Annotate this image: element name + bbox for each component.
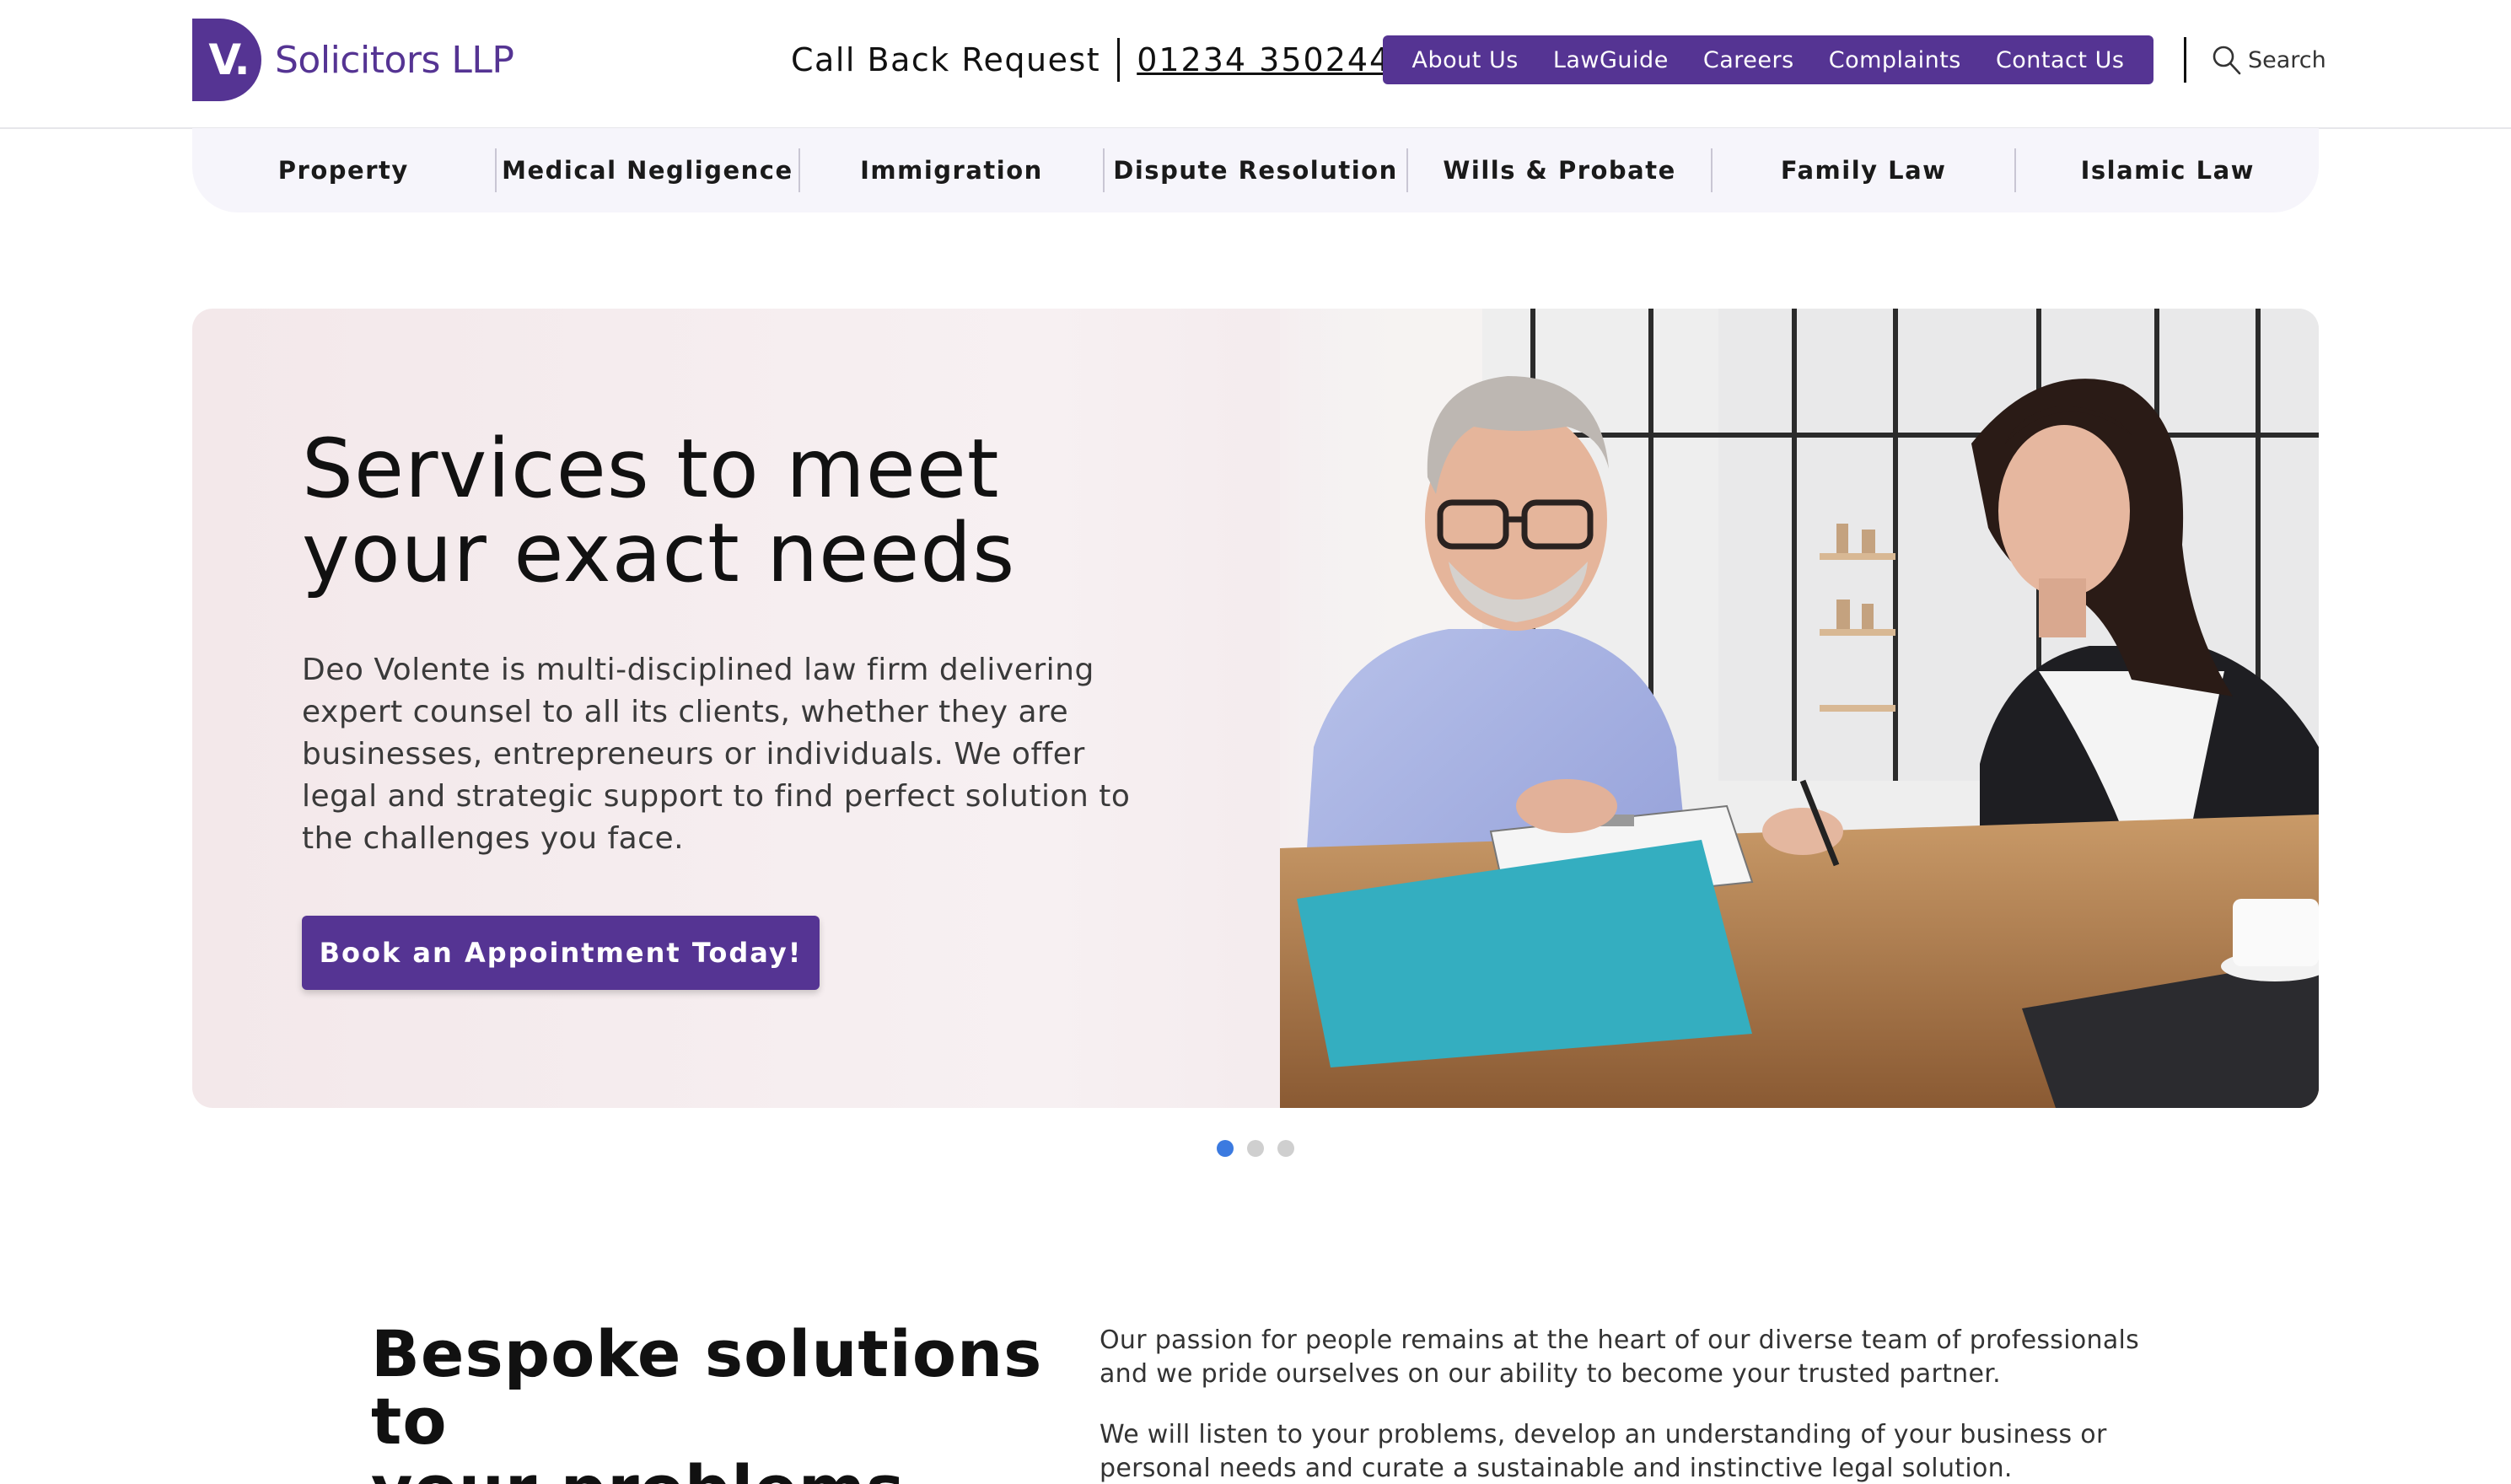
search-button[interactable]: Search bbox=[2209, 40, 2326, 79]
bespoke-paragraph-1: Our passion for people remains at the he… bbox=[1100, 1325, 2140, 1389]
site-header: V. Solicitors LLP Call Back Request 0123… bbox=[0, 0, 2511, 129]
bespoke-heading-line-2: your problems bbox=[371, 1451, 905, 1484]
hero-photo bbox=[1280, 309, 2319, 1108]
slider-dot-3[interactable] bbox=[1277, 1140, 1294, 1157]
search-divider bbox=[2184, 37, 2186, 83]
category-family-law[interactable]: Family Law bbox=[1713, 148, 2017, 192]
callback-divider bbox=[1117, 38, 1121, 82]
nav-about-us[interactable]: About Us bbox=[1412, 47, 1519, 73]
search-icon bbox=[2213, 46, 2241, 75]
logo[interactable]: V. Solicitors LLP bbox=[192, 19, 514, 101]
category-nav: Property Medical Negligence Immigration … bbox=[192, 128, 2319, 212]
book-appointment-button[interactable]: Book an Appointment Today! bbox=[302, 916, 820, 990]
callback-area: Call Back Request 01234 350244 bbox=[791, 37, 1391, 83]
category-property[interactable]: Property bbox=[192, 148, 497, 192]
nav-careers[interactable]: Careers bbox=[1703, 47, 1794, 73]
category-wills-probate[interactable]: Wills & Probate bbox=[1408, 148, 1713, 192]
search-label: Search bbox=[2248, 46, 2326, 73]
logo-text: Solicitors LLP bbox=[275, 38, 514, 82]
phone-link[interactable]: 01234 350244 bbox=[1137, 41, 1391, 78]
hero-description: Deo Volente is multi-disciplined law fir… bbox=[302, 653, 1131, 856]
category-immigration[interactable]: Immigration bbox=[800, 148, 1105, 192]
hero-slider: Services to meet your exact needs Deo Vo… bbox=[192, 309, 2319, 1108]
hero-title: Services to meet your exact needs bbox=[302, 427, 1145, 595]
logo-mark-icon: V. bbox=[192, 19, 261, 101]
callback-request-link[interactable]: Call Back Request bbox=[791, 41, 1100, 78]
hero-title-line-2: your exact needs bbox=[302, 506, 1016, 600]
hero-title-line-1: Services to meet bbox=[302, 422, 1000, 516]
slider-dot-1[interactable] bbox=[1217, 1140, 1234, 1157]
category-islamic-law[interactable]: Islamic Law bbox=[2016, 148, 2319, 192]
slider-dot-2[interactable] bbox=[1247, 1140, 1264, 1157]
bespoke-heading-line-1: Bespoke solutions to bbox=[371, 1316, 1043, 1459]
category-dispute-resolution[interactable]: Dispute Resolution bbox=[1105, 148, 1409, 192]
nav-contact-us[interactable]: Contact Us bbox=[1996, 47, 2124, 73]
nav-complaints[interactable]: Complaints bbox=[1829, 47, 1961, 73]
top-nav: About Us LawGuide Careers Complaints Con… bbox=[1383, 35, 2153, 84]
slider-dots bbox=[1217, 1140, 1294, 1157]
logo-letter: V. bbox=[208, 35, 250, 84]
bespoke-heading: Bespoke solutions to your problems bbox=[371, 1320, 1062, 1484]
nav-lawguide[interactable]: LawGuide bbox=[1553, 47, 1669, 73]
category-medical-negligence[interactable]: Medical Negligence bbox=[497, 148, 801, 192]
bespoke-paragraph-2: We will listen to your problems, develop… bbox=[1100, 1420, 2107, 1483]
